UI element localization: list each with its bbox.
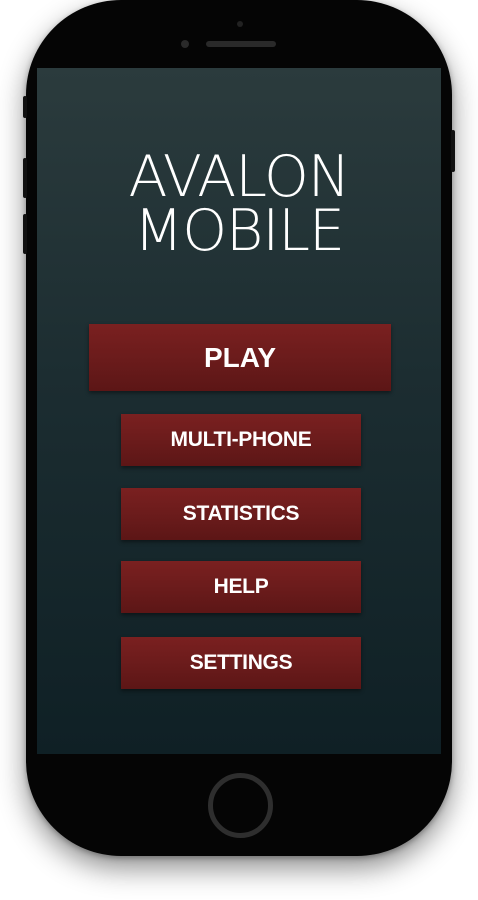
- play-button[interactable]: PLAY: [89, 324, 391, 391]
- speaker-icon: [206, 41, 276, 47]
- home-button-icon[interactable]: [208, 773, 273, 838]
- multi-phone-button[interactable]: MULTI-PHONE: [121, 414, 361, 466]
- app-title-line1: AVALON: [128, 144, 351, 210]
- volume-up-button: [23, 158, 27, 198]
- help-button[interactable]: HELP: [121, 561, 361, 613]
- app-title: AVALON MOBILE: [37, 144, 441, 264]
- statistics-button[interactable]: STATISTICS: [121, 488, 361, 540]
- proximity-sensor-icon: [237, 21, 243, 27]
- silent-switch: [23, 96, 27, 118]
- app-title-line2: MOBILE: [134, 198, 345, 264]
- volume-down-button: [23, 214, 27, 254]
- front-camera-icon: [181, 40, 189, 48]
- app-screen: AVALON MOBILE PLAY MULTI-PHONE STATISTIC…: [37, 68, 441, 754]
- power-button: [451, 130, 455, 172]
- phone-frame: AVALON MOBILE PLAY MULTI-PHONE STATISTIC…: [23, 0, 455, 856]
- settings-button[interactable]: SETTINGS: [121, 637, 361, 689]
